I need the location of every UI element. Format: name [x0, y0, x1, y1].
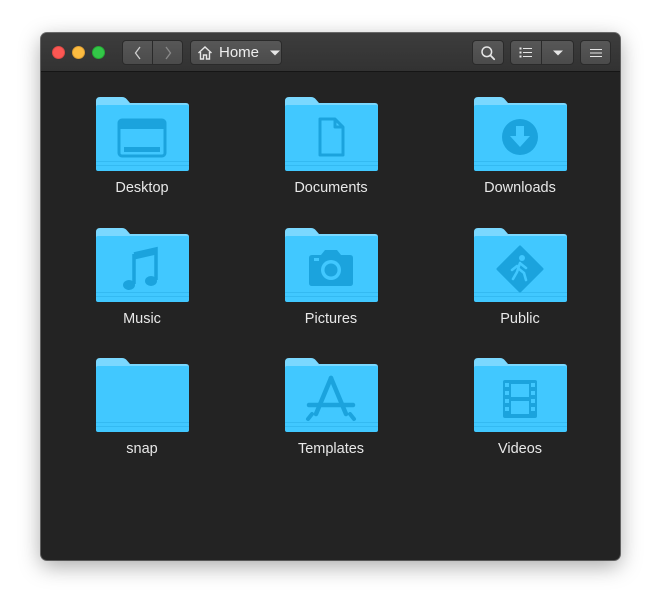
folder-label: Downloads [484, 180, 556, 196]
folder-label: snap [126, 441, 158, 457]
close-window-button[interactable] [52, 46, 65, 59]
folder-icon [474, 97, 567, 171]
search-button[interactable] [472, 40, 504, 65]
folder-label: Public [500, 311, 540, 327]
folder-documents[interactable]: Documents [261, 95, 401, 213]
home-icon [198, 45, 212, 60]
caret-down-icon [552, 50, 563, 55]
hamburger-menu-icon [589, 48, 602, 57]
download-icon [502, 119, 538, 155]
folder-music[interactable]: Music [72, 226, 212, 344]
forward-button[interactable] [152, 40, 183, 65]
folder-downloads[interactable]: Downloads [450, 95, 590, 213]
location-label: Home [218, 44, 259, 61]
folder-icon [285, 97, 378, 171]
view-options-button[interactable] [541, 40, 574, 65]
file-manager-window: Home Desktop Documents Downloads Music P… [41, 33, 620, 560]
folder-icon [96, 228, 189, 302]
folder-desktop[interactable]: Desktop [72, 95, 212, 213]
film-strip-icon [503, 380, 537, 418]
list-view-icon [519, 47, 532, 57]
folder-label: Music [123, 311, 161, 327]
folder-icon [285, 358, 378, 432]
folder-templates[interactable]: Templates [261, 356, 401, 474]
location-home-button[interactable]: Home [190, 40, 282, 65]
folder-grid: Desktop Documents Downloads Music Pictur… [41, 73, 620, 560]
folder-icon [474, 358, 567, 432]
folder-public[interactable]: Public [450, 226, 590, 344]
minimize-window-button[interactable] [72, 46, 85, 59]
folder-snap[interactable]: snap [72, 356, 212, 474]
folder-icon [474, 228, 567, 302]
main-menu-button[interactable] [580, 40, 611, 65]
camera-icon [309, 250, 353, 286]
folder-label: Documents [294, 180, 368, 196]
search-icon [481, 45, 496, 60]
title-bar: Home [41, 33, 620, 72]
back-button[interactable] [122, 40, 153, 65]
folder-icon [96, 97, 189, 171]
folder-label: Pictures [304, 311, 358, 327]
folder-label: Videos [497, 441, 543, 457]
folder-icon [96, 358, 189, 432]
folder-label: Templates [297, 441, 365, 457]
maximize-window-button[interactable] [92, 46, 105, 59]
folder-pictures[interactable]: Pictures [261, 226, 401, 344]
folder-label: Desktop [115, 180, 169, 196]
folder-icon [285, 228, 378, 302]
chevron-left-icon [134, 46, 141, 59]
folder-videos[interactable]: Videos [450, 356, 590, 474]
list-view-button[interactable] [510, 40, 542, 65]
caret-down-icon [270, 50, 280, 55]
chevron-right-icon [164, 46, 171, 59]
